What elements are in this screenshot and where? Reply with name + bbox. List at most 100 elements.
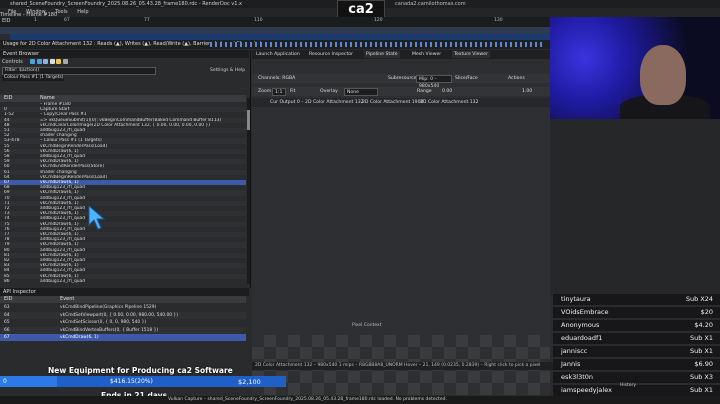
status-text: Vulkan Capture – shared_SceneFoundry_Scr…: [168, 397, 447, 402]
api-eid: 63: [4, 305, 10, 310]
back-icon[interactable]: [30, 59, 35, 64]
api-eid: 65: [4, 320, 10, 325]
name-column-header[interactable]: Name: [40, 95, 55, 102]
donor-amount: Sub X1: [689, 347, 713, 355]
goal-start: 0: [3, 378, 7, 385]
event-list-header: EID Name: [0, 95, 246, 102]
texture-toolbar-2: Zoom 1:1 Fit Overlay None Range 0.00 1.0…: [252, 87, 550, 96]
thumb-tab-attachment-1900[interactable]: 2D Color Attachment 1900: [362, 99, 423, 106]
api-row[interactable]: 64 vkCmdSetViewport(0, { 0.00, 0.00, 980.…: [0, 311, 246, 319]
api-eid-header[interactable]: EID: [4, 296, 12, 303]
donor-name: Anonymous: [561, 321, 600, 329]
donor-amount: $20: [700, 308, 713, 316]
event-controls-toolbar: [30, 59, 100, 65]
tab-mesh-viewer[interactable]: Mesh Viewer: [410, 51, 443, 58]
export-icon[interactable]: [62, 59, 68, 64]
tab-texture-viewer[interactable]: Texture Viewer: [452, 51, 490, 58]
channels-select[interactable]: Channels: RGBA: [258, 75, 295, 82]
zoom-label: Zoom: [258, 89, 272, 94]
pixel-context-label: Pixel Context: [352, 323, 382, 328]
texture-toolbar-1: Channels: RGBA Subresource Mip: 0 – 980x…: [252, 74, 550, 89]
bookmark-icon[interactable]: [56, 59, 62, 64]
api-event-header[interactable]: Event: [60, 296, 74, 303]
timeline-pass-row[interactable]: [0, 27, 550, 34]
forward-icon[interactable]: [36, 59, 42, 64]
timeline-tick: 120: [374, 18, 383, 23]
timeline-tick: 67: [64, 18, 70, 23]
settings-button[interactable]: Settings & Help: [210, 68, 245, 73]
donor-amount: $4.20: [694, 321, 713, 329]
donor-name: eduardoadf1: [561, 334, 603, 342]
range-max[interactable]: 1.00: [522, 88, 532, 95]
goal-progress-bar: 0 $416.15(20%) $2,100: [0, 376, 286, 387]
usage-markers: [210, 42, 545, 47]
thumb-tab-current-output[interactable]: Cur Output 0 – 2D Color Attachment 132: [270, 99, 364, 106]
donor-amount: Sub X24: [685, 295, 713, 303]
controls-label: Controls: [2, 59, 23, 65]
timeline-tick: 130: [494, 18, 503, 23]
donation-item: iamspeedyjalex Sub X1: [553, 385, 720, 396]
donor-name: iamspeedyjalex: [561, 386, 612, 394]
event-name: addbug123_rfl_quad: [40, 278, 86, 284]
jump-icon[interactable]: [43, 59, 49, 64]
donor-amount: Sub X3: [689, 373, 713, 381]
find-icon[interactable]: [49, 59, 55, 64]
api-eid: 64: [4, 312, 10, 318]
zoom-select[interactable]: 1:1: [272, 88, 286, 96]
header-url: canada2.camilothomas.com: [395, 1, 466, 7]
api-event: vkCmdSetViewport(0, { 0.00, 0.00, 980.00…: [60, 312, 178, 318]
history-label: History: [620, 383, 637, 388]
goal-title: New Equipment for Producing ca2 Software: [48, 366, 233, 375]
filter-input[interactable]: Filter: $action(): [2, 67, 156, 75]
api-row[interactable]: 66 vkCmdBindVertexBuffers(0, { Buffer 151…: [0, 326, 246, 334]
donor-amount: $6.90: [694, 360, 713, 368]
api-inspector-panel: API Inspector EID Event 63 vkCmdBindPipel…: [0, 288, 250, 376]
range-min[interactable]: 0.00: [442, 88, 452, 95]
donor-amount: Sub X1: [689, 334, 713, 342]
fit-button[interactable]: Fit: [290, 88, 295, 95]
goal-progress-text: $416.15(20%): [110, 378, 153, 385]
texture-status: 2D Color Attachment 132 – 980x540 1 mips…: [252, 362, 553, 370]
tab-pipeline-state[interactable]: Pipeline State: [364, 51, 400, 58]
event-eid: 86: [4, 278, 10, 284]
streamer-head: [640, 45, 686, 105]
api-row[interactable]: 65 vkCmdSetScissor(0, { 0, 0, 980, 540 }): [0, 319, 246, 326]
donor-name: Jannis: [561, 360, 581, 368]
actions-button[interactable]: Actions: [508, 75, 525, 82]
api-eid: 67: [4, 335, 10, 340]
api-event: vkCmdBindPipeline(Graphics Pipeline 1529…: [60, 305, 157, 310]
donation-item: VOidsEmbrace $20: [553, 307, 720, 318]
donation-item: eduardoadf1 Sub X1: [553, 333, 720, 344]
api-row[interactable]: 63 vkCmdBindPipeline(Graphics Pipeline 15…: [0, 304, 246, 311]
api-row[interactable]: 67 vkCmdDraw(6, 1): [0, 334, 246, 341]
api-inspector-tab[interactable]: API Inspector: [0, 288, 249, 296]
donation-item: tinytaura Sub X24: [553, 294, 720, 305]
goal-target: $2,100: [238, 378, 261, 386]
goal-progress-fill: [0, 376, 58, 387]
thumb-tab-attachment-132[interactable]: 2D Color Attachment 132: [420, 99, 479, 106]
texture-viewer-panel: Launch Application Resource Inspector Pi…: [252, 50, 553, 395]
donor-name: esk3l3t0n: [561, 373, 594, 381]
texture-viewport[interactable]: Pixel Context: [252, 107, 550, 395]
event-row[interactable]: 86 addbug123_rfl_quad: [0, 279, 246, 284]
overlay-label: Overlay: [320, 89, 338, 94]
pass-breadcrumb[interactable]: Colour Pass #1 (1 Targets): [2, 75, 64, 81]
api-event: vkCmdDraw(6, 1): [60, 335, 99, 340]
event-browser-tab[interactable]: Event Browser: [0, 50, 249, 58]
donation-item: Jannis $6.90: [553, 359, 720, 370]
mip-select[interactable]: Mip: 0 – 980x540: [416, 75, 452, 89]
scrollbar-thumb[interactable]: [247, 110, 250, 130]
timeline-header: EID 1 67 77 110 120 130: [0, 17, 550, 27]
status-bar: Vulkan Capture – shared_SceneFoundry_Scr…: [0, 396, 720, 404]
tab-resource-inspector[interactable]: Resource Inspector: [307, 51, 355, 58]
tab-launch-application[interactable]: Launch Application: [254, 51, 302, 58]
thumbnail-tabs: Cur Output 0 – 2D Color Attachment 132 2…: [252, 98, 550, 107]
api-eid: 66: [4, 327, 10, 333]
side-panel: [550, 119, 720, 295]
donor-name: VOidsEmbrace: [561, 308, 609, 316]
subresource-label: Subresource: [388, 76, 417, 81]
eid-column-header[interactable]: EID: [4, 95, 12, 102]
range-label: Range: [417, 89, 432, 94]
overlay-select[interactable]: None: [344, 88, 378, 96]
event-list-scrollbar[interactable]: [247, 98, 250, 284]
